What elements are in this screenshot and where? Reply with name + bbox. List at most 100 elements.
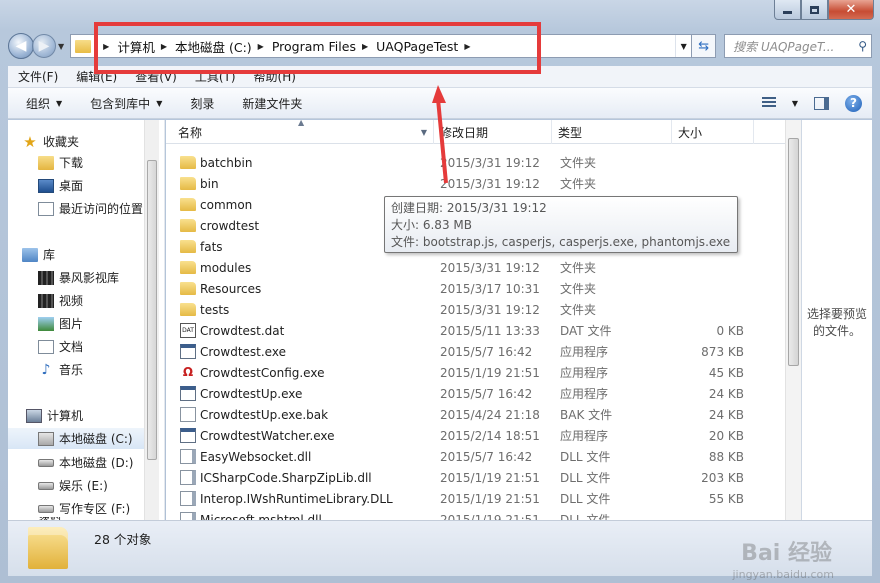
file-row[interactable]: modules 2015/3/31 19:12 文件夹 xyxy=(166,257,786,278)
column-size-label: 大小 xyxy=(678,125,703,140)
file-size: 873 KB xyxy=(701,344,744,359)
maximize-button[interactable] xyxy=(801,0,828,20)
file-row[interactable]: Microsoft.mshtml.dll 2015/1/19 21:51 DLL 文… xyxy=(166,509,786,520)
file-name: CrowdtestUp.exe xyxy=(200,386,303,401)
file-row[interactable]: Interop.IWshRuntimeLibrary.DLL 2015/1/19 … xyxy=(166,488,786,509)
file-row[interactable]: CrowdtestUp.exe 2015/5/7 16:42 应用程序 24 KB xyxy=(166,383,786,404)
file-row[interactable]: ICSharpCode.SharpZipLib.dll 2015/1/19 21:… xyxy=(166,467,786,488)
file-date: 2015/5/7 16:42 xyxy=(440,344,533,359)
scrollbar-thumb[interactable] xyxy=(147,160,157,460)
sidebar-item-e-drive[interactable]: 娱乐 (E:) xyxy=(8,475,158,496)
search-icon[interactable]: ⚲ xyxy=(858,39,867,53)
sidebar-item-baofeng-library[interactable]: 暴风影视库 xyxy=(8,267,158,288)
sidebar-item-downloads[interactable]: 下载 xyxy=(8,152,158,173)
file-icon xyxy=(180,407,196,422)
file-name: ICSharpCode.SharpZipLib.dll xyxy=(200,470,372,485)
back-button[interactable]: ◀ xyxy=(8,33,34,59)
file-date: 2015/1/19 21:51 xyxy=(440,491,540,506)
back-arrow-icon: ◀ xyxy=(15,38,27,54)
window-controls: ✕ xyxy=(774,0,874,20)
address-bar-end: ▼ xyxy=(675,35,691,57)
address-dropdown-icon[interactable]: ▼ xyxy=(675,35,691,57)
sidebar-item-f-drive[interactable]: 写作专区 (F:) xyxy=(8,498,158,519)
folder-icon xyxy=(180,156,196,169)
include-in-library-button[interactable]: 包含到库中 ▼ xyxy=(90,95,162,112)
file-row[interactable]: CrowdtestUp.exe.bak 2015/4/24 21:18 BAK 文件… xyxy=(166,404,786,425)
recent-pages-dropdown-icon[interactable]: ▼ xyxy=(58,42,64,51)
explorer-window: ✕ ◀ ▶ ▼ ▶ 计算机 ▶ 本地磁盘 (C:) ▶ Program File… xyxy=(0,0,880,583)
sidebar-item-videos[interactable]: 视频 xyxy=(8,290,158,311)
sidebar-item-pictures[interactable]: 图片 xyxy=(8,313,158,334)
new-folder-button[interactable]: 新建文件夹 xyxy=(242,95,302,112)
column-type[interactable]: 类型 xyxy=(552,120,672,144)
file-row[interactable]: EasyWebsocket.dll 2015/5/7 16:42 DLL 文件 88 … xyxy=(166,446,786,467)
file-name: CrowdtestConfig.exe xyxy=(200,365,325,380)
file-type: 应用程序 xyxy=(560,366,609,380)
menu-file[interactable]: 文件(F) xyxy=(18,68,58,85)
application-icon xyxy=(180,386,196,401)
sidebar-computer[interactable]: 计算机 xyxy=(8,405,158,426)
file-type: DLL 文件 xyxy=(560,513,611,520)
include-in-library-label: 包含到库中 xyxy=(90,96,151,111)
sidebar-favorites[interactable]: ★ 收藏夹 xyxy=(8,131,158,152)
folder-icon xyxy=(180,282,196,295)
close-icon: ✕ xyxy=(845,2,857,17)
file-row[interactable]: tests 2015/3/31 19:12 文件夹 xyxy=(166,299,786,320)
system-drive-icon xyxy=(38,431,54,446)
file-name: tests xyxy=(200,302,230,317)
refresh-button[interactable]: ⇆ xyxy=(692,34,717,58)
navigation-scrollbar[interactable] xyxy=(144,120,159,520)
file-row[interactable]: Ω CrowdtestConfig.exe 2015/1/19 21:51 应用程序 4… xyxy=(166,362,786,383)
chevron-down-icon: ▼ xyxy=(156,98,163,108)
pictures-icon xyxy=(38,316,54,331)
column-size[interactable]: 大小 xyxy=(672,120,754,144)
file-row[interactable]: DAT Crowdtest.dat 2015/5/11 13:33 DAT 文件 0 K… xyxy=(166,320,786,341)
dll-file-icon xyxy=(180,449,196,464)
file-row[interactable]: Crowdtest.exe 2015/5/7 16:42 应用程序 873 KB xyxy=(166,341,786,362)
documents-icon xyxy=(38,339,54,354)
search-placeholder: 搜索 UAQPageT... xyxy=(733,39,835,54)
chevron-down-icon[interactable]: ▼ xyxy=(421,128,427,137)
pane-splitter[interactable] xyxy=(159,120,165,520)
close-button[interactable]: ✕ xyxy=(828,0,874,20)
burn-button[interactable]: 刻录 xyxy=(190,95,214,112)
sidebar-item-c-drive[interactable]: 本地磁盘 (C:) xyxy=(8,428,158,449)
file-date: 2015/1/19 21:51 xyxy=(440,470,540,485)
file-row[interactable]: Resources 2015/3/17 10:31 文件夹 xyxy=(166,278,786,299)
videos-icon xyxy=(38,293,54,308)
file-row[interactable]: CrowdtestWatcher.exe 2015/2/14 18:51 应用程序 2… xyxy=(166,425,786,446)
forward-button[interactable]: ▶ xyxy=(32,34,56,58)
folder-icon xyxy=(180,198,196,211)
file-row[interactable]: batchbin 2015/3/31 19:12 文件夹 xyxy=(166,152,786,173)
file-name: modules xyxy=(200,260,252,275)
sidebar-item-label: 视频 xyxy=(59,294,84,308)
file-type: 文件夹 xyxy=(560,261,597,275)
scrollbar-thumb[interactable] xyxy=(788,138,799,366)
sidebar-libraries[interactable]: 库 xyxy=(8,244,158,265)
watermark-logo: Bai 经验 xyxy=(741,541,832,566)
desktop-icon xyxy=(38,178,54,193)
drive-icon xyxy=(38,458,54,467)
file-type: 应用程序 xyxy=(560,345,609,359)
sidebar-item-recent-places[interactable]: 最近访问的位置 xyxy=(8,198,158,219)
computer-icon xyxy=(26,408,42,423)
sidebar-item-music[interactable]: ♪ 音乐 xyxy=(8,359,158,380)
file-date: 2015/5/7 16:42 xyxy=(440,386,533,401)
sidebar-item-desktop[interactable]: 桌面 xyxy=(8,175,158,196)
search-input[interactable]: 搜索 UAQPageT... ⚲ xyxy=(724,34,872,58)
file-row[interactable]: bin 2015/3/31 19:12 文件夹 xyxy=(166,173,786,194)
preview-pane-icon[interactable] xyxy=(814,96,829,110)
sidebar-item-label: 最近访问的位置 xyxy=(59,202,144,216)
help-icon[interactable]: ? xyxy=(845,94,862,112)
chevron-down-icon: ▼ xyxy=(56,98,63,108)
change-view-icon[interactable] xyxy=(761,97,776,109)
sidebar-item-d-drive[interactable]: 本地磁盘 (D:) xyxy=(8,452,158,473)
dll-file-icon xyxy=(180,491,196,506)
sidebar-item-documents[interactable]: 文档 xyxy=(8,336,158,357)
organize-button[interactable]: 组织 ▼ xyxy=(26,95,62,112)
minimize-button[interactable] xyxy=(774,0,801,20)
file-name-cell: crowdtest xyxy=(180,219,259,233)
file-list-scrollbar[interactable] xyxy=(785,120,801,520)
file-name: fats xyxy=(200,239,223,254)
view-options-dropdown-icon[interactable]: ▼ xyxy=(792,99,798,108)
